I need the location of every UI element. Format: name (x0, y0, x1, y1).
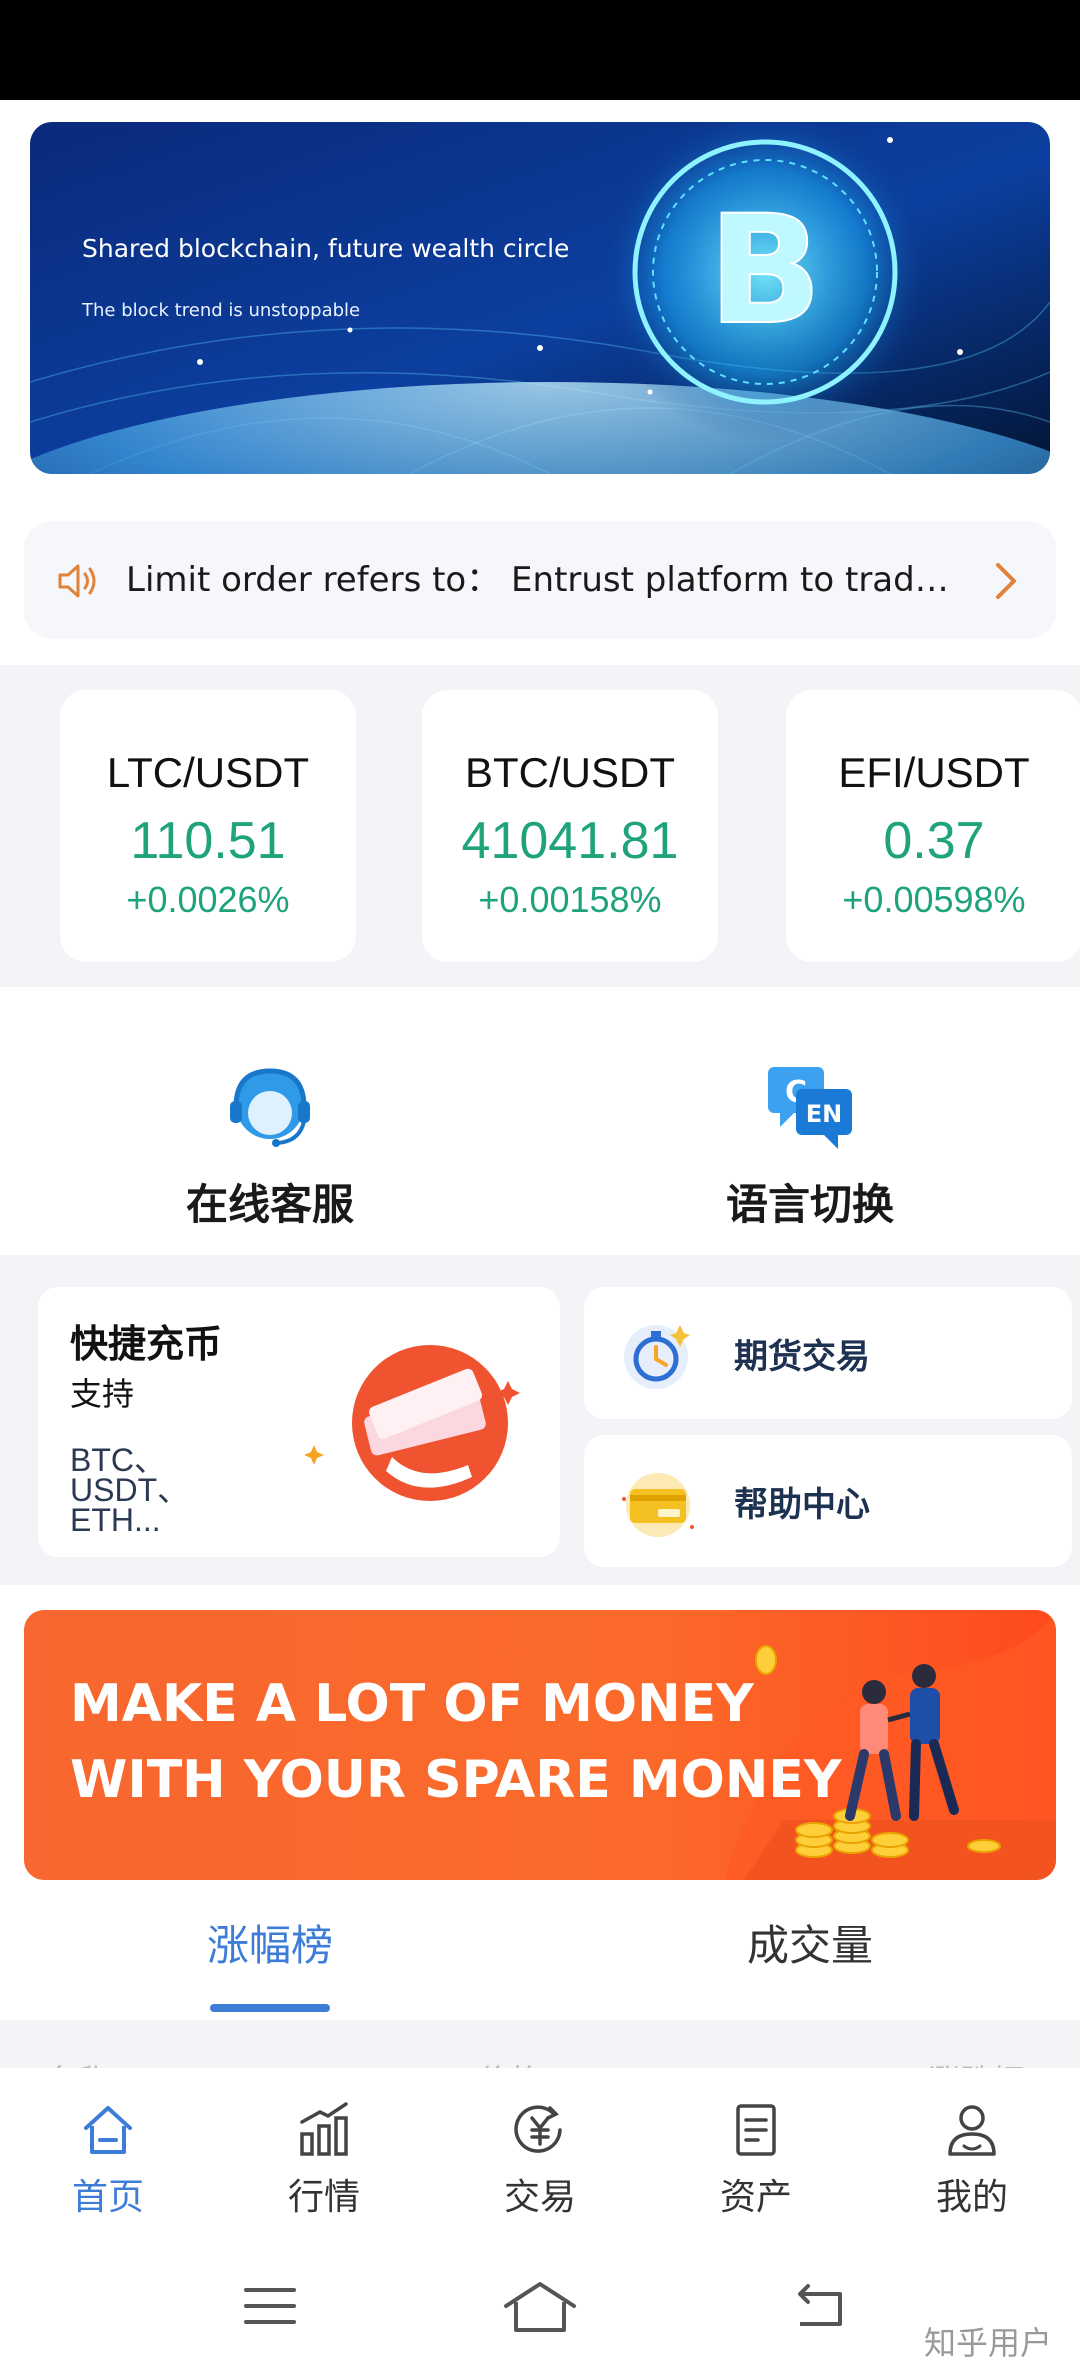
nav-trade-label: 交易 (503, 2177, 576, 2218)
quick-deposit-card[interactable]: 快捷充币 支持 BTC、USDT、ETH... (38, 1287, 560, 1557)
menu-icon[interactable] (240, 2276, 300, 2336)
assets-document-icon (736, 2104, 776, 2156)
quick-deposit-support-label: 支持 (70, 1375, 135, 1413)
svg-text:B: B (708, 184, 822, 358)
ticker-card-efi[interactable]: EFI/USDT 0.37 +0.00598% (786, 690, 1080, 962)
svg-text:EN: EN (806, 1100, 842, 1128)
ticker-price: 110.51 (130, 812, 286, 870)
system-home-icon[interactable] (502, 2276, 578, 2336)
customer-service-icon (230, 1068, 310, 1147)
language-switch-icon: C EN (768, 1067, 852, 1149)
futures-trading-label: 期货交易 (734, 1337, 870, 1377)
ticker-section: LTC/USDT 110.51 +0.0026% BTC/USDT 41041.… (0, 665, 1080, 987)
announcement-text: Limit order refers to： Entrust platform … (126, 560, 949, 600)
promo-line-1: MAKE A LOT OF MONEY (70, 1674, 754, 1734)
nav-trade[interactable]: 交易 (432, 2100, 648, 2220)
market-chart-icon (300, 2102, 348, 2156)
announcement-bar[interactable]: Limit order refers to： Entrust platform … (24, 521, 1056, 639)
quick-deposit-title: 快捷充币 (70, 1322, 223, 1366)
ticker-change: +0.00598% (842, 879, 1026, 920)
feature-section: 快捷充币 支持 BTC、USDT、ETH... 期货交易 帮助中心 (0, 1255, 1080, 1585)
promo-banner[interactable]: MAKE A LOT OF MONEY WITH YOUR SPARE MONE… (24, 1610, 1056, 1880)
system-nav-bar (0, 2236, 1080, 2376)
quick-links-section: 在线客服 C EN 语言切换 (0, 987, 1080, 1255)
deposit-illustration-icon (304, 1345, 520, 1501)
ticker-price: 41041.81 (461, 812, 679, 870)
promo-banner-artwork (24, 1610, 1056, 1880)
active-tab-indicator (210, 2004, 330, 2012)
language-switch-label: 语言切换 (725, 1180, 894, 1229)
nav-assets-label: 资产 (719, 2177, 792, 2218)
online-support-button[interactable]: 在线客服 (120, 1057, 420, 1237)
ticker-change: +0.0026% (126, 879, 290, 920)
hero-subtitle: The block trend is unstoppable (82, 300, 361, 321)
trade-yen-icon (514, 2105, 562, 2153)
ticker-price: 0.37 (883, 812, 985, 870)
futures-stopwatch-icon (624, 1325, 690, 1389)
nav-profile-label: 我的 (935, 2177, 1008, 2218)
promo-line-2: WITH YOUR SPARE MONEY (70, 1750, 842, 1810)
profile-icon (948, 2105, 996, 2156)
watermark: 知乎用户 (923, 2324, 1052, 2362)
ticker-pair: EFI/USDT (838, 749, 1030, 796)
nav-profile[interactable]: 我的 (864, 2100, 1080, 2220)
hero-banner[interactable]: B Shared blockchain, future wealth circl… (30, 122, 1050, 474)
tab-gainers[interactable]: 涨幅榜 (120, 1920, 420, 1972)
speaker-icon (58, 564, 96, 598)
ticker-pair: LTC/USDT (106, 749, 310, 796)
quick-deposit-coins: BTC、USDT、ETH... (70, 1442, 190, 1538)
ticker-change: +0.00158% (478, 879, 662, 920)
help-center-label: 帮助中心 (734, 1485, 870, 1525)
hero-banner-artwork: B (30, 122, 1050, 474)
ticker-card-btc[interactable]: BTC/USDT 41041.81 +0.00158% (422, 690, 718, 962)
home-icon (84, 2106, 132, 2154)
hero-title: Shared blockchain, future wealth circle (82, 234, 570, 263)
notice-section: Limit order refers to： Entrust platform … (0, 497, 1080, 665)
promo-section: MAKE A LOT OF MONEY WITH YOUR SPARE MONE… (0, 1585, 1080, 1890)
nav-home-label: 首页 (71, 2177, 144, 2218)
futures-trading-card[interactable]: 期货交易 (584, 1287, 1072, 1419)
nav-home[interactable]: 首页 (0, 2100, 216, 2220)
online-support-label: 在线客服 (185, 1180, 354, 1229)
help-card-icon (622, 1473, 694, 1537)
ticker-card-ltc[interactable]: LTC/USDT 110.51 +0.0026% (60, 690, 356, 962)
language-switch-button[interactable]: C EN 语言切换 (660, 1057, 960, 1237)
market-table-header: 名称 价格 涨跌幅 (0, 2020, 1080, 2070)
nav-assets[interactable]: 资产 (648, 2100, 864, 2220)
nav-market[interactable]: 行情 (216, 2100, 432, 2220)
status-bar (0, 0, 1080, 100)
nav-market-label: 行情 (287, 2177, 360, 2218)
back-icon[interactable] (790, 2276, 850, 2336)
bottom-nav: 首页 行情 交易 资产 我的 (0, 2068, 1080, 2236)
banner-section: B Shared blockchain, future wealth circl… (0, 100, 1080, 497)
help-center-card[interactable]: 帮助中心 (584, 1435, 1072, 1567)
ticker-pair: BTC/USDT (465, 749, 675, 796)
ranking-tabs: 涨幅榜 成交量 (0, 1890, 1080, 2020)
tab-volume[interactable]: 成交量 (660, 1920, 960, 1972)
chevron-right-icon[interactable] (986, 559, 1026, 603)
